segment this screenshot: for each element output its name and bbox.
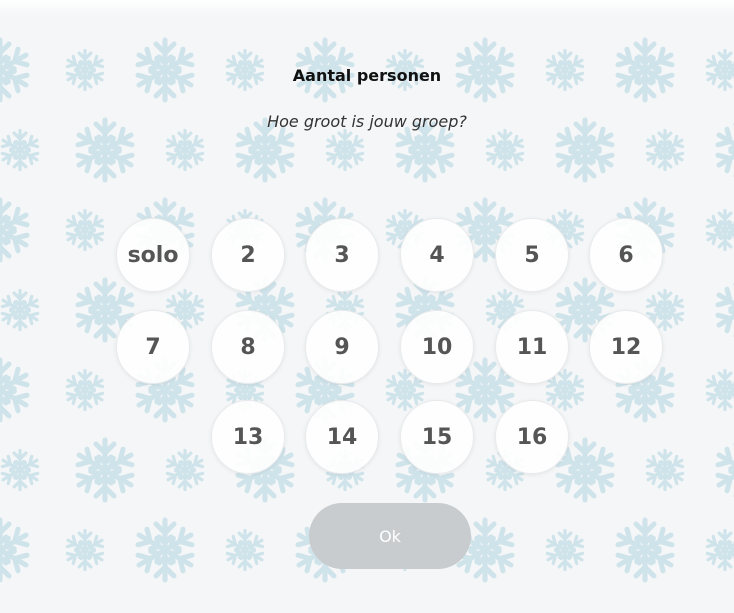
option-10[interactable]: 10 [400, 310, 474, 384]
dialog-subtitle: Hoe groot is jouw groep? [267, 112, 467, 131]
option-15[interactable]: 15 [400, 400, 474, 474]
option-7[interactable]: 7 [116, 310, 190, 384]
option-solo[interactable]: solo [116, 218, 190, 292]
option-8[interactable]: 8 [211, 310, 285, 384]
option-2[interactable]: 2 [211, 218, 285, 292]
group-size-dialog: Aantal personen Hoe groot is jouw groep?… [0, 0, 734, 613]
option-4[interactable]: 4 [400, 218, 474, 292]
option-11[interactable]: 11 [495, 310, 569, 384]
option-3[interactable]: 3 [305, 218, 379, 292]
option-13[interactable]: 13 [211, 400, 285, 474]
option-5[interactable]: 5 [495, 218, 569, 292]
option-6[interactable]: 6 [589, 218, 663, 292]
option-16[interactable]: 16 [495, 400, 569, 474]
ok-button[interactable]: Ok [309, 503, 471, 569]
dialog-title: Aantal personen [292, 66, 442, 85]
option-14[interactable]: 14 [305, 400, 379, 474]
option-9[interactable]: 9 [305, 310, 379, 384]
option-12[interactable]: 12 [589, 310, 663, 384]
